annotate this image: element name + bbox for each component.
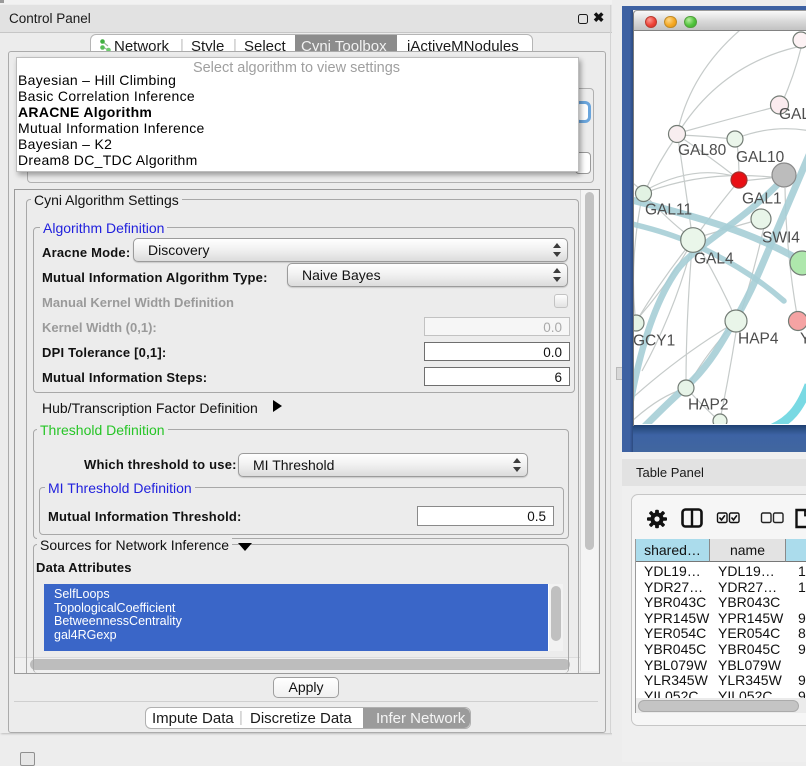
svg-text:GAL10: GAL10	[736, 149, 785, 166]
svg-text:GAL7: GAL7	[779, 106, 806, 123]
svg-text:SWI4: SWI4	[762, 230, 800, 247]
svg-text:GAL4: GAL4	[694, 251, 734, 268]
svg-text:YM: YM	[800, 331, 806, 348]
svg-text:HAP4: HAP4	[738, 331, 779, 348]
svg-text:GAL11: GAL11	[645, 202, 692, 219]
svg-text:HAP2: HAP2	[688, 397, 729, 414]
svg-text:GCY1: GCY1	[634, 333, 675, 350]
svg-text:GAL1: GAL1	[742, 191, 782, 208]
svg-text:GAL80: GAL80	[678, 142, 727, 159]
